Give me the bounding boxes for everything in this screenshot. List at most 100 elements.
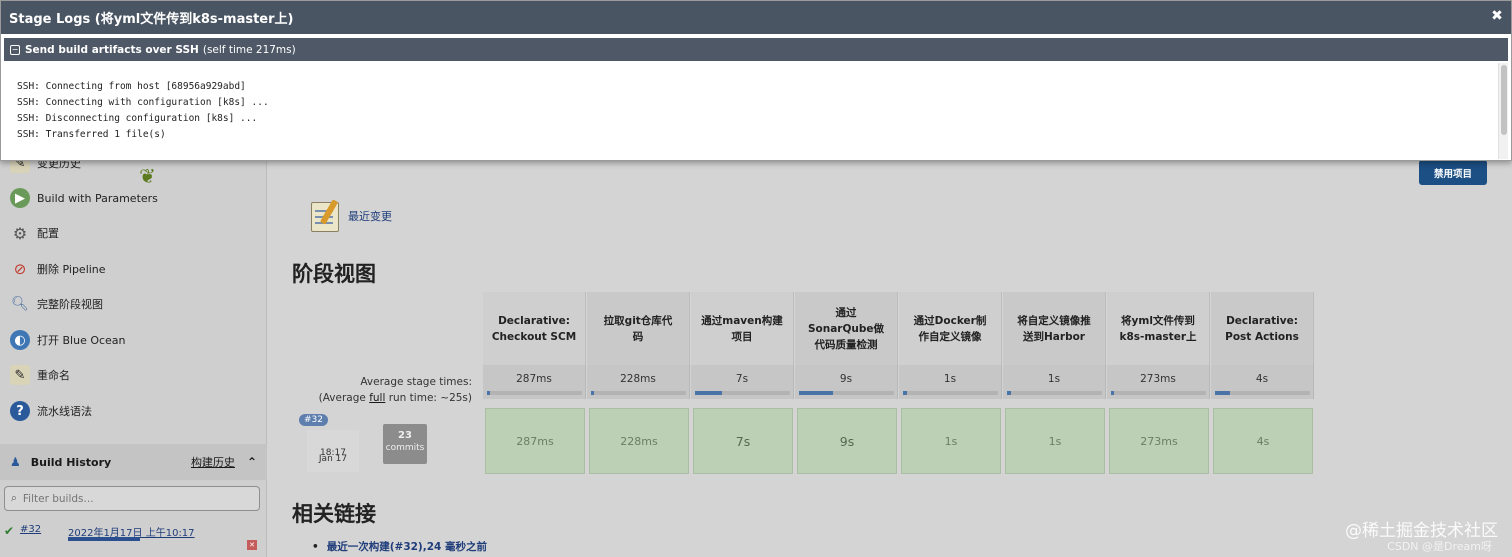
stage-average-time: 1s (1003, 365, 1106, 399)
stage-progress-bar (1111, 391, 1206, 395)
no-entry-icon: ⊘ (13, 260, 27, 278)
stage-average-time: 287ms (483, 365, 586, 399)
watermark-sub-text: CSDN @是Dream呀 (1387, 540, 1492, 553)
build-history-trend-link[interactable]: 构建历史 (191, 454, 235, 470)
build-icon: ▶ (10, 188, 30, 208)
related-links-title: 相关链接 (292, 502, 376, 526)
recent-changes-label: 最近变更 (348, 210, 392, 223)
stage-progress-bar (1215, 391, 1310, 395)
stage-column: 拉取git仓库代 码 228ms 228ms (587, 292, 691, 478)
notepad-icon (308, 198, 344, 234)
chevron-up-icon[interactable]: ⌃ (247, 455, 257, 469)
build-history-row[interactable]: ✔ #32 2022年1月17日 上午10:17 ✕ (4, 522, 260, 552)
stage-average-time: 273ms (1107, 365, 1210, 399)
step-name: Send build artifacts over SSH (25, 43, 199, 56)
help-icon: ? (10, 401, 30, 421)
sidebar-item-rename[interactable]: ✎ 重命名 (10, 363, 70, 387)
stage-average-time: 1s (899, 365, 1002, 399)
stage-header: 通过 SonarQube做 代码质量检测 (795, 292, 898, 365)
stage-header: 将自定义镜像推 送到Harbor (1003, 292, 1106, 365)
build-history-header: ♟ Build History 构建历史 ⌃ (0, 444, 267, 480)
console-log: SSH: Connecting from host [68956a929abd]… (17, 79, 269, 143)
average-stage-times-label: Average stage times: (Average full run t… (318, 376, 472, 404)
stage-average-time: 9s (795, 365, 898, 399)
close-icon[interactable]: ✖ (1489, 8, 1505, 24)
sidebar-item-delete-pipeline[interactable]: ⊘ 删除 Pipeline (10, 257, 106, 281)
sidebar-item-label: 流水线语法 (37, 405, 92, 418)
stage-run-cell[interactable]: 7s (693, 408, 793, 474)
stage-run-cell[interactable]: 273ms (1109, 408, 1209, 474)
stage-progress-bar (695, 391, 790, 395)
build-tag-badge[interactable]: #32 (299, 414, 328, 426)
stage-run-cell[interactable]: 1s (901, 408, 1001, 474)
magnifier-icon: 🔍︎ (11, 296, 29, 312)
sidebar-item-label: 完整阶段视图 (37, 298, 103, 311)
stage-run-cell[interactable]: 1s (1005, 408, 1105, 474)
gear-icon: ⚙ (12, 223, 28, 243)
disable-project-button[interactable]: 禁用项目 (1419, 160, 1487, 185)
build-number-link[interactable]: #32 (20, 524, 41, 535)
stage-progress-bar (591, 391, 686, 395)
stage-progress-bar (903, 391, 998, 395)
log-scrollbar[interactable] (1498, 63, 1508, 159)
stage-column: Declarative: Checkout SCM 287ms 287ms (483, 292, 587, 478)
log-step-header[interactable]: − Send build artifacts over SSH (self ti… (4, 38, 1508, 61)
step-self-time: (self time 217ms) (202, 43, 296, 56)
log-line: SSH: Disconnecting configuration [k8s] .… (17, 113, 258, 124)
log-line: SSH: Transferred 1 file(s) (17, 129, 166, 140)
log-line: SSH: Connecting from host [68956a929abd] (17, 81, 246, 92)
sidebar-item-label: 打开 Blue Ocean (37, 334, 126, 347)
sidebar-item-build-with-parameters[interactable]: ▶ Build with Parameters (10, 186, 158, 210)
search-icon: ⌕ (11, 492, 17, 504)
stage-run-cell[interactable]: 228ms (589, 408, 689, 474)
stage-view-title: 阶段视图 (292, 262, 376, 286)
stage-progress-bar (799, 391, 894, 395)
build-progress-bar (68, 537, 140, 541)
recent-changes-link[interactable]: 最近变更 (308, 198, 392, 234)
sidebar-item-pipeline-syntax[interactable]: ? 流水线语法 (10, 399, 92, 423)
stage-column: Declarative: Post Actions 4s 4s (1211, 292, 1315, 478)
stage-header: 拉取git仓库代 码 (587, 292, 690, 365)
stage-average-time: 7s (691, 365, 794, 399)
stage-run-cell[interactable]: 4s (1213, 408, 1313, 474)
leaf-cursor-icon: ❦ (139, 164, 156, 188)
stage-header: 通过Docker制 作自定义镜像 (899, 292, 1002, 365)
stage-column: 通过Docker制 作自定义镜像 1s 1s (899, 292, 1003, 478)
sidebar-item-blue-ocean[interactable]: ◐ 打开 Blue Ocean (10, 328, 126, 352)
stage-header: 将yml文件传到 k8s-master上 (1107, 292, 1210, 365)
stage-column: 通过maven构建 项目 7s 7s (691, 292, 795, 478)
filter-builds-field[interactable]: ⌕ (4, 486, 260, 511)
sidebar-item-configure[interactable]: ⚙ 配置 (10, 221, 59, 245)
sidebar-item-label: 删除 Pipeline (37, 263, 106, 276)
full-run-link[interactable]: full (369, 392, 385, 404)
sidebar-item-full-stage-view[interactable]: 🔍︎ 完整阶段视图 (10, 292, 103, 316)
stage-header: Declarative: Checkout SCM (483, 292, 586, 365)
delete-build-icon[interactable]: ✕ (247, 540, 257, 550)
stage-average-time: 4s (1211, 365, 1314, 399)
sidebar-item-label: 重命名 (37, 369, 70, 382)
ocean-icon: ◐ (10, 330, 30, 350)
log-line: SSH: Connecting with configuration [k8s]… (17, 97, 269, 108)
filter-builds-input[interactable] (20, 491, 253, 506)
stage-header: 通过maven构建 项目 (691, 292, 794, 365)
stage-column: 通过 SonarQube做 代码质量检测 9s 9s (795, 292, 899, 478)
stage-run-cell[interactable]: 287ms (485, 408, 585, 474)
modal-title-bar: Stage Logs (将yml文件传到k8s-master上) (1, 1, 1511, 34)
build-time: 18:17 (320, 448, 346, 458)
modal-title: Stage Logs (将yml文件传到k8s-master上) (9, 12, 294, 27)
person-icon: ♟ (10, 455, 21, 469)
success-check-icon: ✔ (4, 524, 15, 538)
sidebar-item-label: Build with Parameters (37, 191, 158, 205)
last-build-link[interactable]: 最近一次构建(#32),24 毫秒之前 (312, 539, 487, 554)
stage-average-time: 228ms (587, 365, 690, 399)
stage-column: 将yml文件传到 k8s-master上 273ms 273ms (1107, 292, 1211, 478)
stage-run-cell[interactable]: 9s (797, 408, 897, 474)
scrollbar-thumb[interactable] (1501, 65, 1507, 135)
sidebar-item-label: 配置 (37, 227, 59, 240)
collapse-icon[interactable]: − (10, 44, 20, 55)
stage-header: Declarative: Post Actions (1211, 292, 1314, 365)
build-row-32[interactable]: Jan 17 18:17 #32 23 commits (293, 408, 483, 474)
stage-logs-modal: Stage Logs (将yml文件传到k8s-master上) ✖ − Sen… (0, 0, 1512, 161)
build-commits-badge[interactable]: 23 commits (383, 424, 427, 464)
notepad-icon: ✎ (10, 365, 30, 385)
